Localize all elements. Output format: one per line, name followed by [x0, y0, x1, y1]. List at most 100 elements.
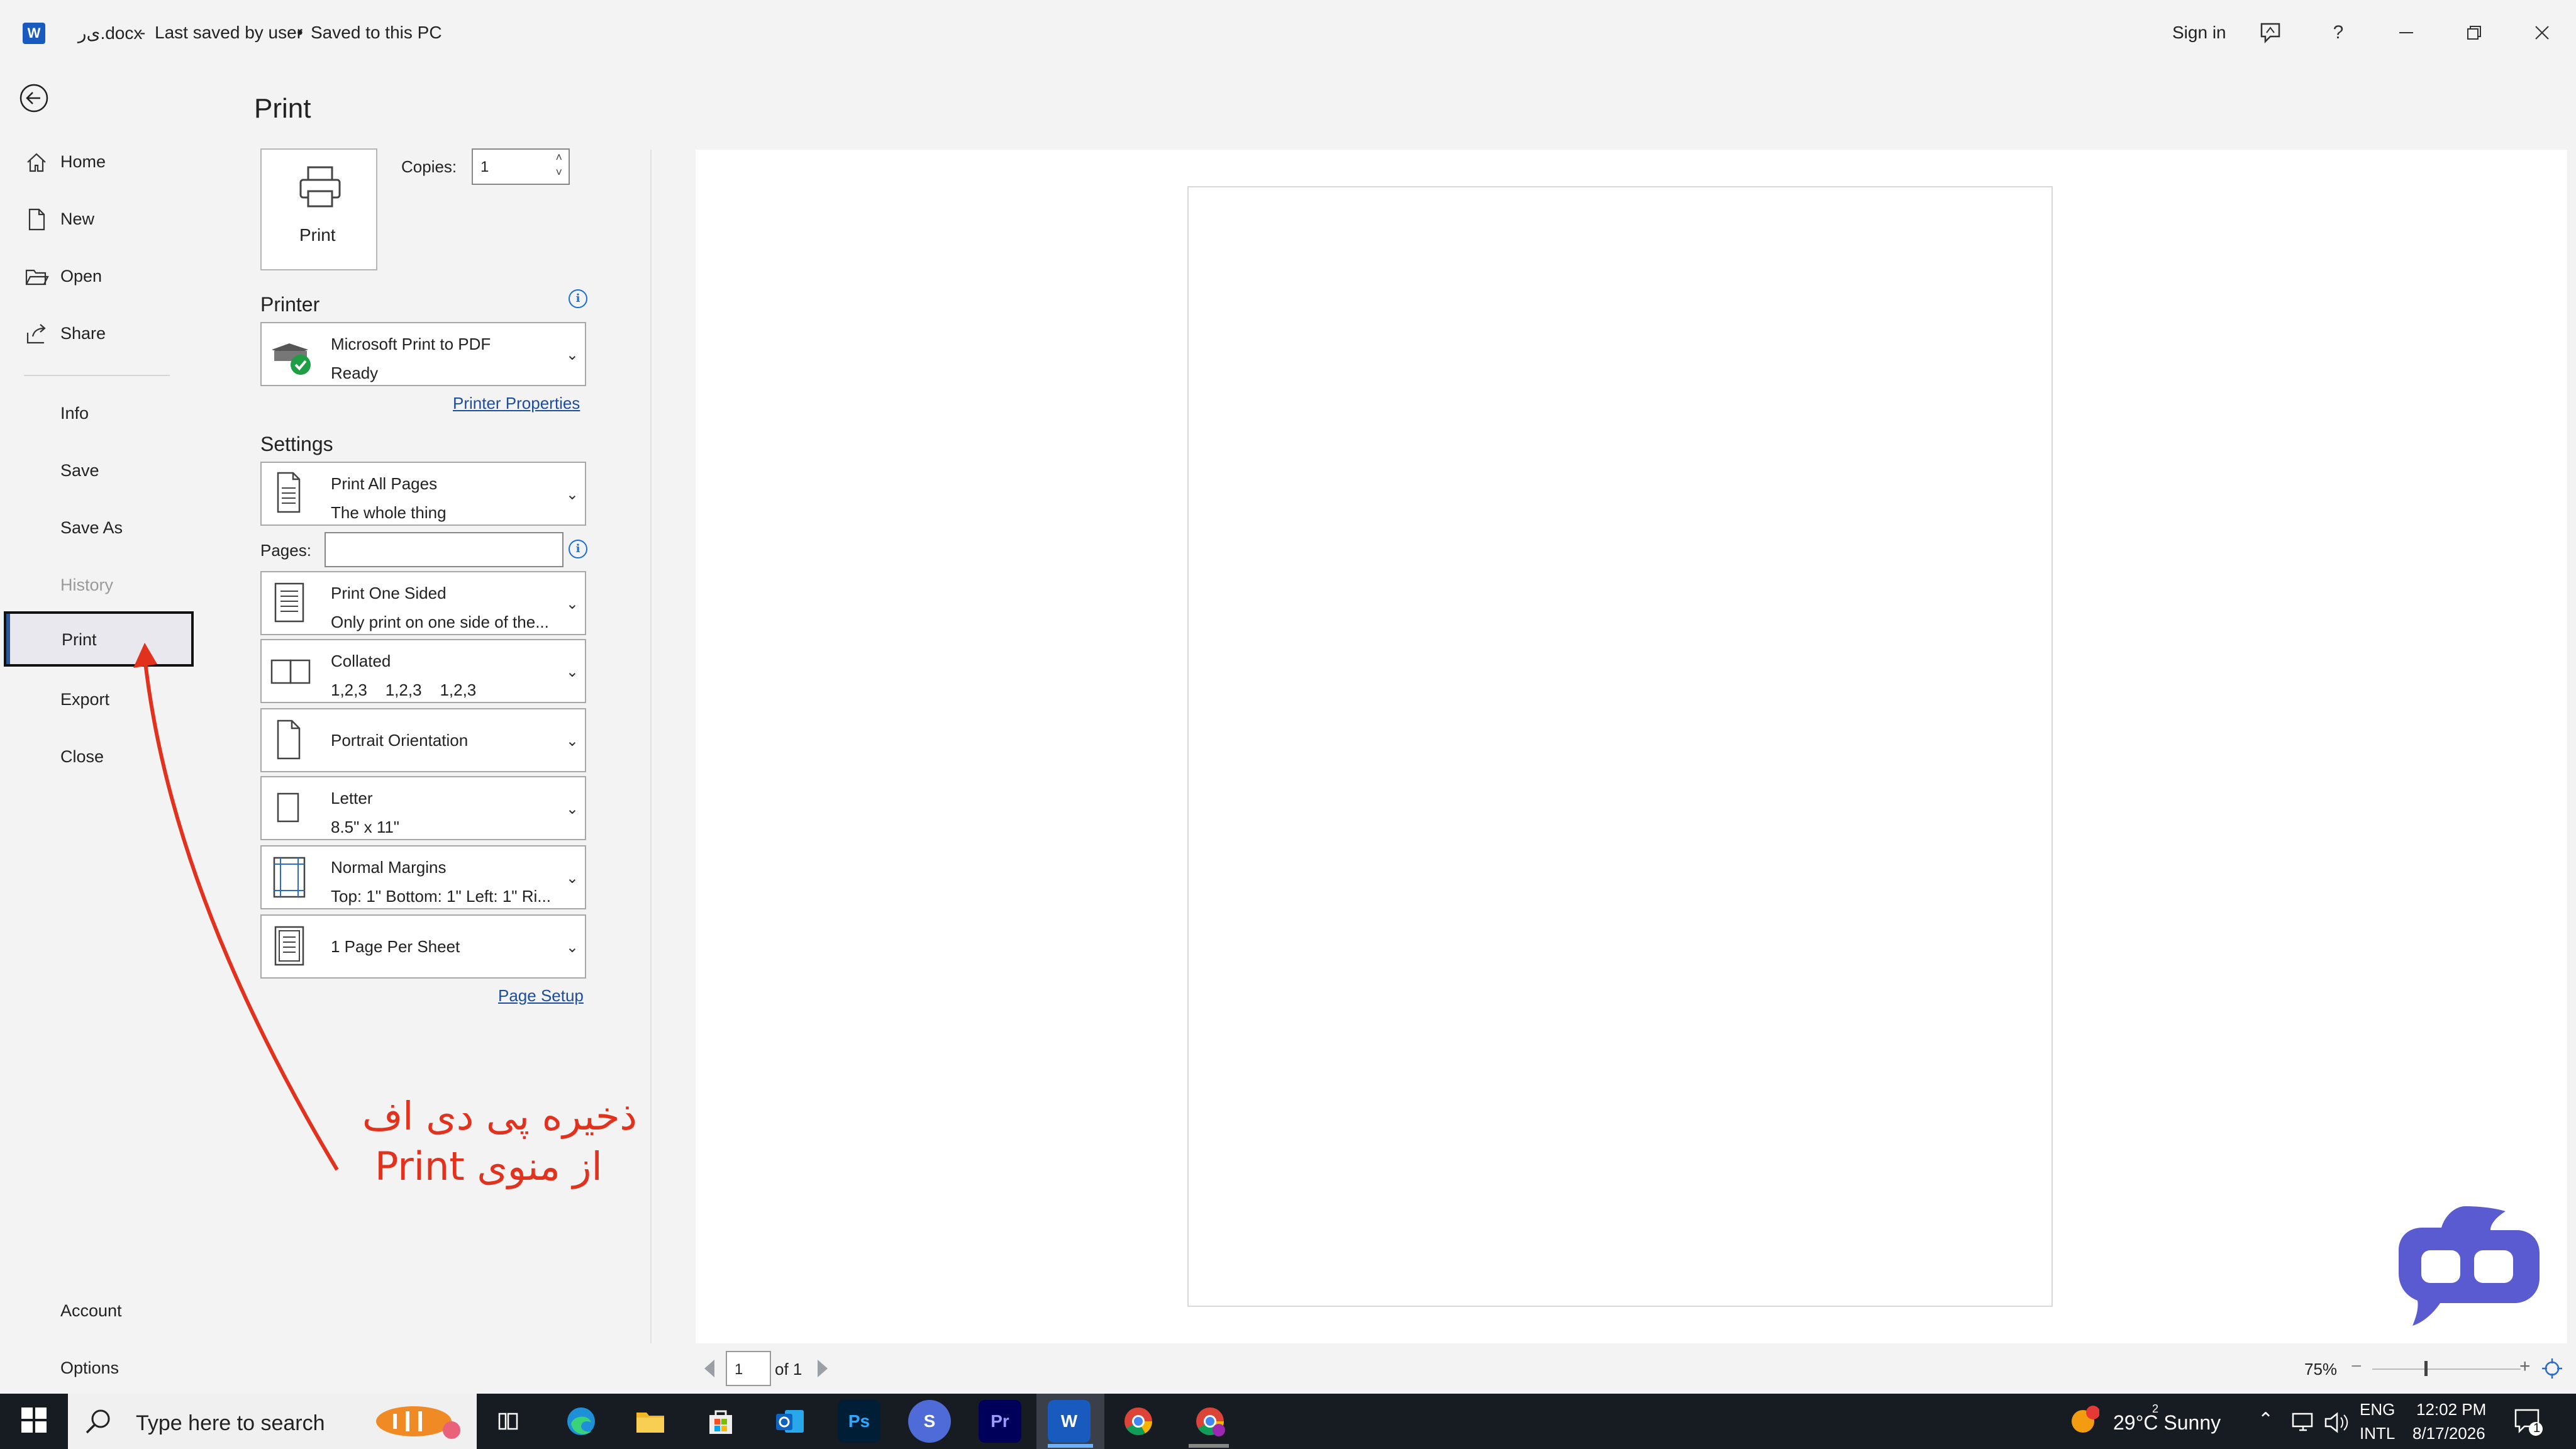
pane-divider — [650, 150, 652, 1343]
sidebar-item-label: History — [60, 575, 114, 594]
document-name[interactable]: ی‌ر.docx — [78, 23, 142, 43]
sides-label: Print One Sided — [331, 584, 447, 602]
chevron-down-icon: ⌄ — [565, 347, 579, 364]
sidebar-item-label: Save As — [60, 518, 123, 537]
print-button[interactable]: Print — [260, 148, 377, 270]
chevron-down-icon: ⌄ — [565, 870, 579, 887]
microsoft-store-icon[interactable] — [699, 1400, 742, 1443]
language-line-1[interactable]: ENG — [2360, 1400, 2395, 1419]
printer-name: Microsoft Print to PDF — [331, 335, 491, 353]
page-setup-link[interactable]: Page Setup — [498, 986, 584, 1006]
sidebar-item-open[interactable]: Open — [0, 248, 197, 303]
chrome-icon[interactable] — [1117, 1400, 1160, 1443]
page-number-input[interactable]: 1 — [726, 1351, 771, 1386]
close-window-icon[interactable] — [2527, 18, 2557, 48]
pages-info-icon[interactable]: i — [569, 540, 587, 558]
zoom-slider[interactable] — [2372, 1368, 2521, 1370]
search-placeholder: Type here to search — [136, 1411, 325, 1435]
printer-info-icon[interactable]: i — [569, 289, 587, 308]
printer-header: Printer — [260, 293, 320, 316]
print-range-description: The whole thing — [331, 503, 447, 522]
zoom-to-page-icon[interactable] — [2542, 1358, 2562, 1382]
sidebar-item-label: Share — [60, 324, 106, 343]
sidebar-item-share[interactable]: Share — [0, 305, 197, 360]
one-sided-icon — [269, 580, 319, 628]
pages-label: Pages: — [260, 541, 311, 560]
zoom-out-button[interactable]: − — [2351, 1356, 2362, 1377]
printer-dropdown[interactable]: Microsoft Print to PDF Ready ⌄ — [260, 322, 586, 386]
photoshop-icon[interactable]: Ps — [838, 1400, 880, 1443]
sidebar-item-label: Info — [60, 404, 89, 423]
sign-in-button[interactable]: Sign in — [2172, 23, 2226, 43]
copies-value[interactable]: 1 — [480, 158, 489, 176]
print-button-label: Print — [299, 225, 336, 245]
chevron-down-icon: ⌄ — [565, 663, 579, 680]
page-number-value[interactable]: 1 — [735, 1361, 743, 1379]
word-icon[interactable]: W — [1048, 1400, 1091, 1443]
zoom-slider-thumb[interactable] — [2424, 1361, 2428, 1376]
taskbar-search-box[interactable]: Type here to search — [68, 1394, 477, 1449]
last-saved-status: Last saved by user — [155, 23, 303, 42]
app-s-icon[interactable]: S — [908, 1400, 951, 1443]
sidebar-item-save-as[interactable]: Save As — [0, 499, 197, 555]
zoom-in-button[interactable]: + — [2519, 1356, 2531, 1377]
sidebar-item-history: History — [0, 557, 197, 612]
printer-status: Ready — [331, 364, 379, 382]
page-count: of 1 — [775, 1360, 802, 1379]
sidebar-item-label: Home — [60, 152, 106, 171]
copies-stepper[interactable]: 1 ˄ ˅ — [472, 148, 570, 185]
sides-dropdown[interactable]: Print One Sided Only print on one side o… — [260, 571, 586, 635]
back-arrow-icon[interactable] — [19, 83, 49, 113]
sidebar-item-account[interactable]: Account — [0, 1282, 197, 1338]
clock-time[interactable]: 12:02 PM — [2416, 1400, 2486, 1419]
previous-page-icon[interactable] — [702, 1358, 717, 1382]
task-view-icon[interactable] — [487, 1400, 530, 1443]
outlook-icon[interactable] — [769, 1400, 811, 1443]
chevron-down-icon: ⌄ — [565, 733, 579, 750]
pages-icon — [269, 470, 319, 518]
print-range-label: Print All Pages — [331, 474, 438, 493]
file-explorer-icon[interactable] — [629, 1400, 672, 1443]
copies-up-icon[interactable]: ˄ — [555, 151, 562, 164]
chrome-profile-icon[interactable] — [1189, 1400, 1231, 1443]
tray-chevron-up-icon[interactable]: ⌃ — [2258, 1409, 2273, 1431]
premiere-icon[interactable]: Pr — [979, 1400, 1021, 1443]
next-page-icon[interactable] — [815, 1358, 830, 1382]
volume-icon[interactable] — [2323, 1411, 2348, 1437]
watermark-logo-icon — [2399, 1206, 2540, 1326]
saved-location: Saved to this PC — [311, 23, 442, 42]
home-icon — [24, 150, 49, 175]
sidebar-item-save[interactable]: Save — [0, 442, 197, 497]
settings-header: Settings — [260, 433, 333, 455]
preview-page — [1187, 186, 2053, 1307]
sidebar-item-home[interactable]: Home — [0, 133, 197, 189]
annotation-line-1: ذخیره پی دی اف — [362, 1093, 638, 1139]
help-icon[interactable]: ? — [2323, 18, 2353, 48]
annotation-line-2: از منوی Print — [375, 1143, 602, 1189]
pages-input[interactable] — [325, 532, 564, 567]
restore-icon[interactable] — [2459, 18, 2489, 48]
windows-start-icon[interactable] — [20, 1406, 48, 1437]
weather-icon[interactable] — [2069, 1405, 2100, 1438]
sidebar-item-label: Close — [60, 747, 104, 766]
word-app-icon[interactable]: W — [23, 23, 45, 44]
print-range-dropdown[interactable]: Print All Pages The whole thing ⌄ — [260, 462, 586, 526]
clock-date[interactable]: 8/17/2026 — [2412, 1424, 2485, 1443]
feedback-icon[interactable] — [2255, 18, 2285, 48]
language-line-2[interactable]: INTL — [2360, 1424, 2395, 1443]
chevron-down-icon: ⌄ — [565, 596, 579, 613]
chevron-down-icon: ⌄ — [565, 486, 579, 503]
copies-label: Copies: — [401, 157, 457, 176]
network-icon[interactable] — [2290, 1411, 2316, 1437]
new-document-icon — [24, 207, 49, 232]
sidebar-item-label: Account — [60, 1301, 122, 1320]
printer-properties-link[interactable]: Printer Properties — [453, 394, 580, 413]
weather-text[interactable]: 29°C Sunny — [2113, 1411, 2221, 1435]
sidebar-item-info[interactable]: Info — [0, 385, 197, 440]
sidebar-item-new[interactable]: New — [0, 191, 197, 246]
minimize-icon[interactable] — [2391, 18, 2421, 48]
chevron-down-icon: ⌄ — [565, 801, 579, 818]
copies-down-icon[interactable]: ˅ — [555, 166, 562, 179]
sidebar-item-options[interactable]: Options — [0, 1340, 197, 1395]
edge-icon[interactable] — [560, 1400, 602, 1443]
